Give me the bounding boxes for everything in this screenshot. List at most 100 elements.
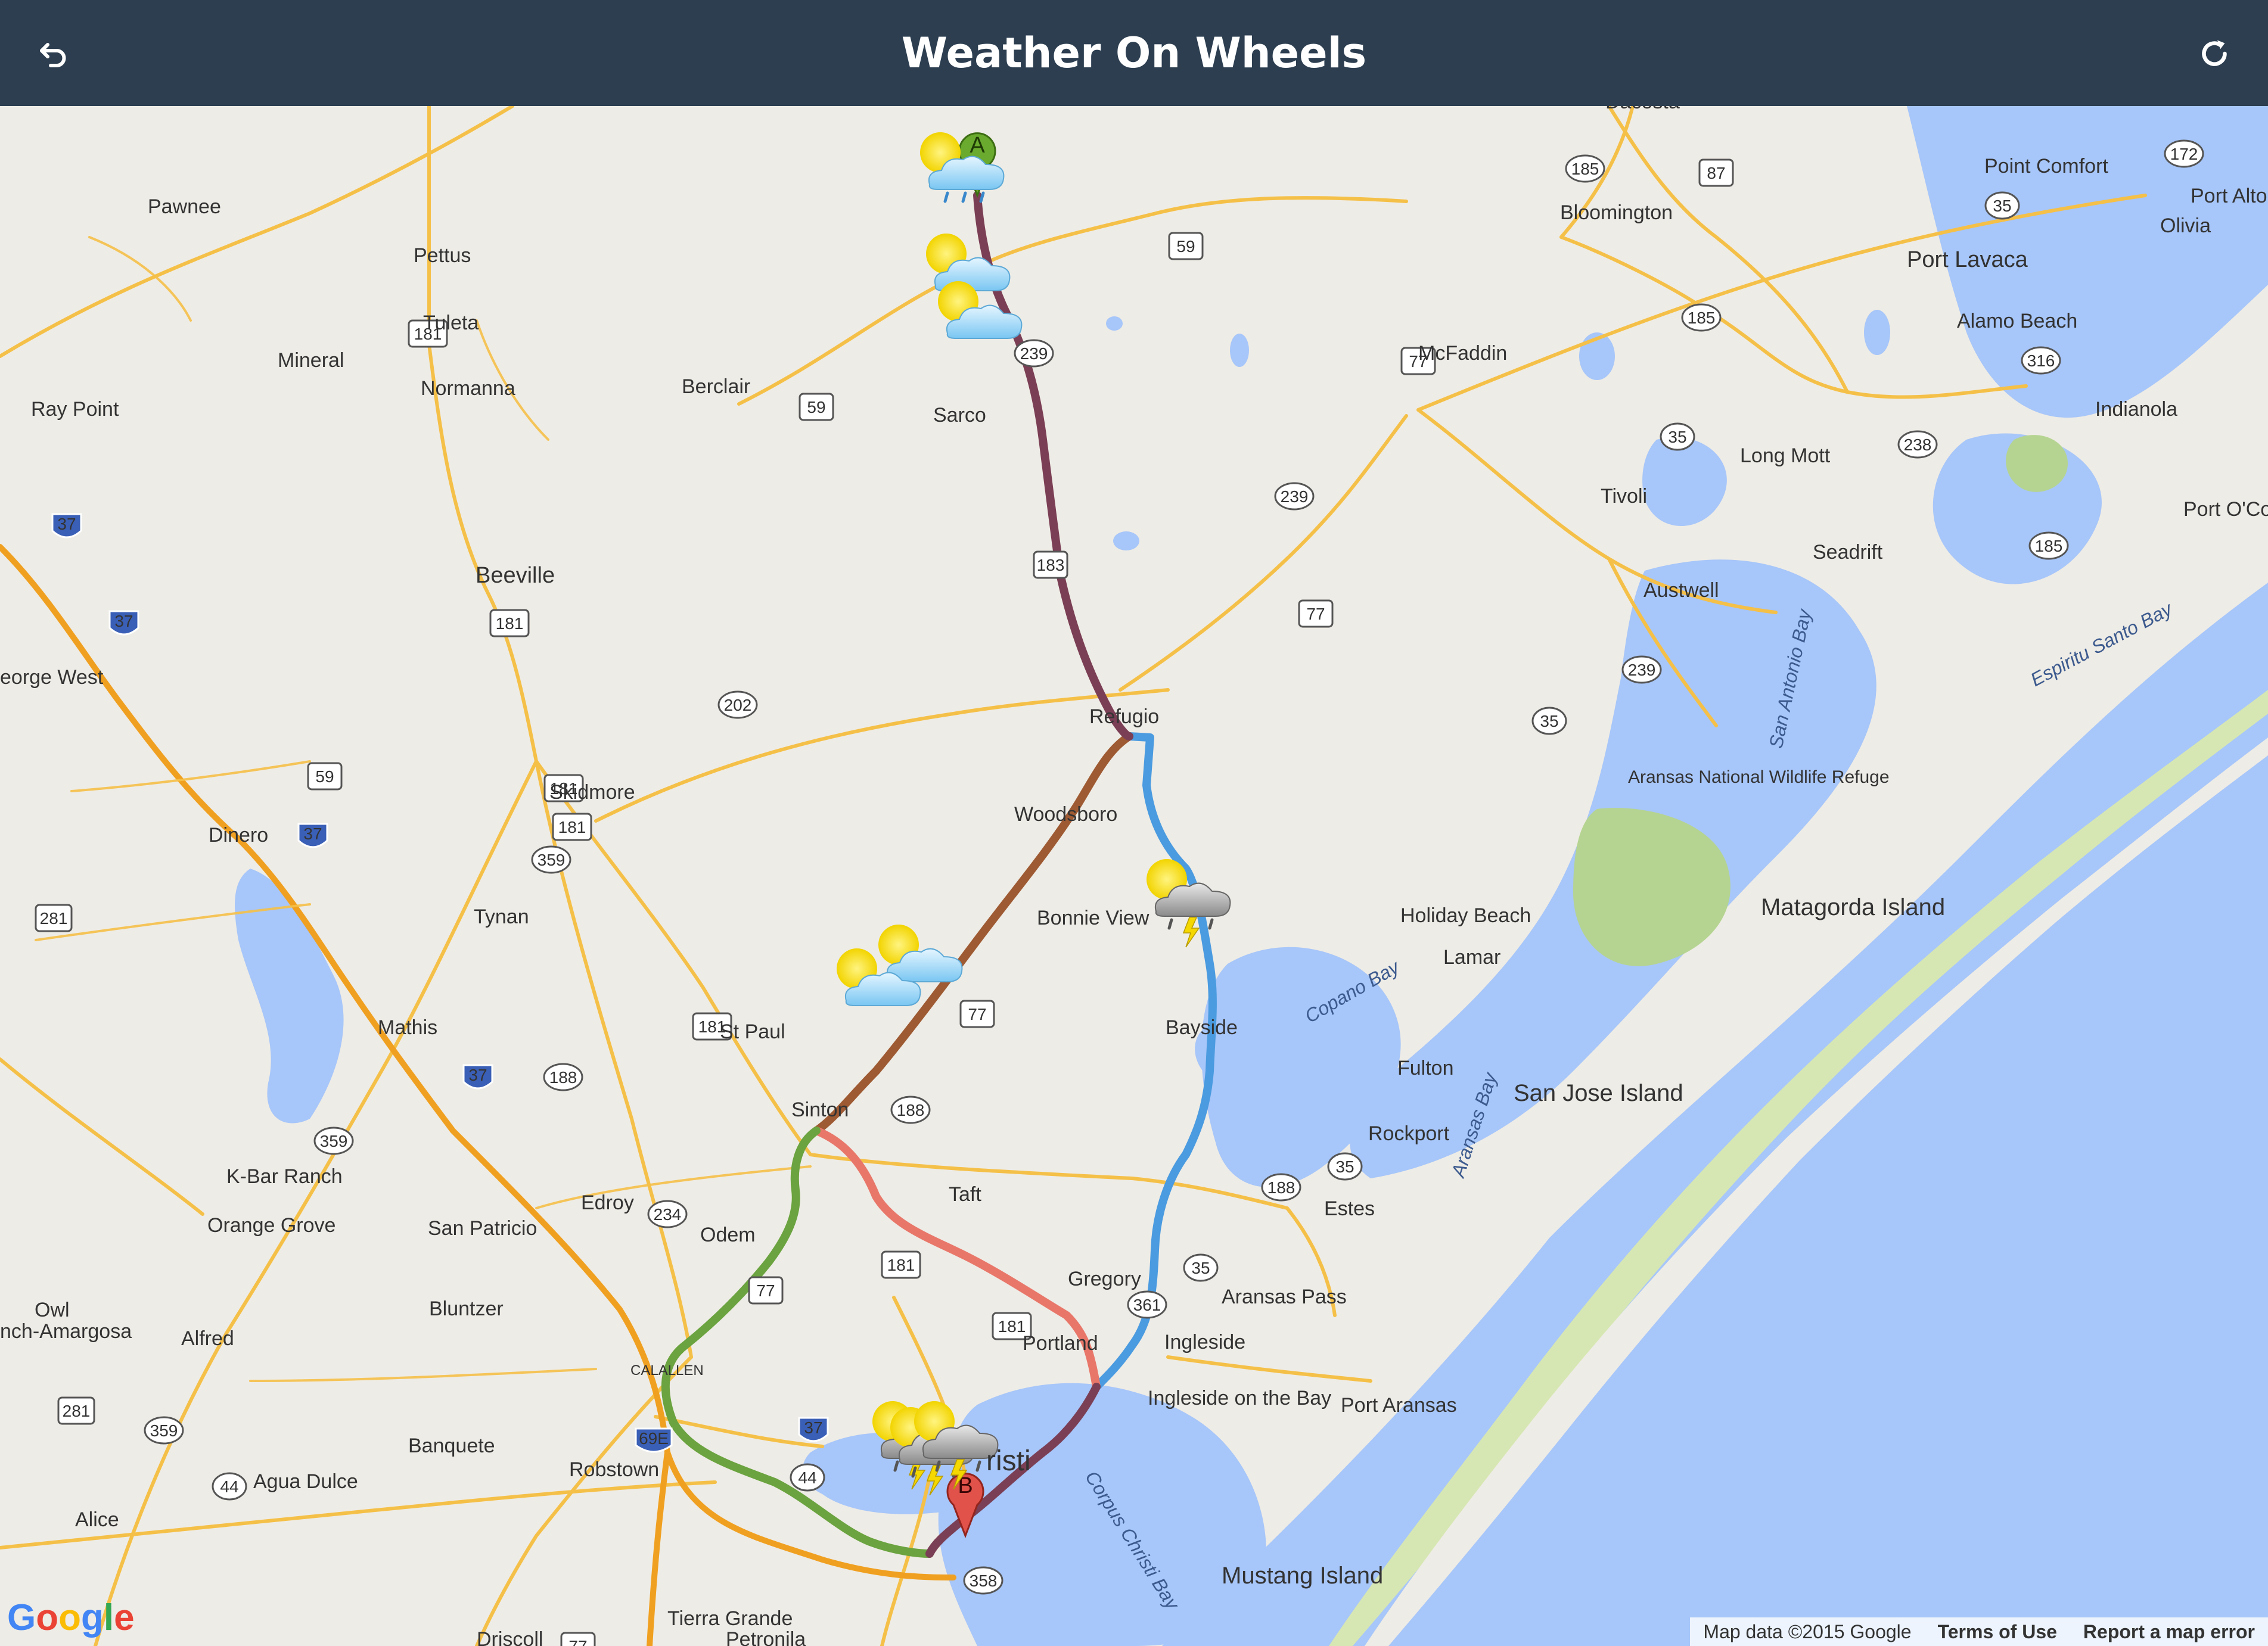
svg-text:St Paul: St Paul	[720, 1020, 785, 1043]
refresh-icon	[2202, 40, 2227, 66]
svg-text:Sarco: Sarco	[933, 404, 986, 427]
svg-text:185: 185	[2035, 537, 2063, 555]
svg-text:Holiday Beach: Holiday Beach	[1400, 904, 1531, 927]
svg-text:77: 77	[968, 1005, 986, 1023]
svg-text:35: 35	[1540, 712, 1558, 730]
svg-text:Edroy: Edroy	[581, 1191, 634, 1214]
svg-text:Port Aransas: Port Aransas	[1341, 1394, 1457, 1417]
svg-text:239: 239	[1628, 661, 1656, 679]
svg-text:181: 181	[998, 1317, 1026, 1336]
svg-text:Olivia: Olivia	[2160, 214, 2211, 237]
refresh-button[interactable]	[2191, 30, 2238, 77]
svg-text:Aransas Pass: Aransas Pass	[1222, 1286, 1347, 1308]
svg-text:181: 181	[558, 818, 586, 836]
svg-text:Mustang Island: Mustang Island	[1222, 1563, 1383, 1589]
svg-text:Matagorda Island: Matagorda Island	[1761, 894, 1945, 920]
svg-text:Tuleta: Tuleta	[423, 312, 479, 334]
svg-text:Odem: Odem	[700, 1224, 756, 1246]
svg-text:239: 239	[1020, 344, 1048, 363]
svg-text:Refugio: Refugio	[1089, 705, 1159, 728]
svg-text:59: 59	[315, 767, 334, 786]
svg-text:Ingleside on the Bay: Ingleside on the Bay	[1148, 1387, 1331, 1409]
svg-text:Lamar: Lamar	[1443, 946, 1500, 969]
svg-text:Pawnee: Pawnee	[148, 195, 221, 218]
svg-text:181: 181	[887, 1256, 915, 1274]
svg-text:281: 281	[63, 1402, 91, 1420]
svg-text:202: 202	[724, 696, 752, 714]
svg-text:San Patricio: San Patricio	[428, 1217, 537, 1240]
svg-text:Alamo Beach: Alamo Beach	[1957, 310, 2077, 332]
svg-text:Bloomington: Bloomington	[1560, 201, 1673, 224]
svg-text:183: 183	[1037, 556, 1065, 574]
svg-text:Port O'Co: Port O'Co	[2183, 498, 2268, 521]
svg-text:San Jose Island: San Jose Island	[1514, 1080, 1683, 1106]
svg-text:Bayside: Bayside	[1166, 1016, 1238, 1039]
svg-text:McFaddin: McFaddin	[1418, 342, 1507, 365]
svg-text:Portland: Portland	[1023, 1332, 1098, 1355]
svg-text:Tivoli: Tivoli	[1601, 485, 1647, 508]
svg-text:Woodsboro: Woodsboro	[1014, 803, 1117, 826]
svg-text:Beeville: Beeville	[476, 563, 555, 588]
svg-text:Ray Point: Ray Point	[31, 398, 119, 421]
svg-text:Bonnie View: Bonnie View	[1037, 907, 1149, 929]
svg-text:59: 59	[1176, 237, 1195, 256]
svg-text:Berclair: Berclair	[682, 375, 750, 398]
svg-text:188: 188	[549, 1068, 577, 1087]
svg-text:Owl: Owl	[35, 1299, 70, 1321]
app-title: Weather On Wheels	[901, 29, 1367, 77]
svg-text:Long Mott: Long Mott	[1740, 444, 1831, 467]
svg-text:nch-Amargosa: nch-Amargosa	[0, 1320, 132, 1343]
map-canvas[interactable]: A B 59 59 59 181 181 181 181 181 181 181…	[0, 106, 2268, 1646]
svg-text:Agua Dulce: Agua Dulce	[253, 1470, 358, 1493]
svg-text:Alice: Alice	[75, 1508, 119, 1531]
svg-text:359: 359	[320, 1132, 348, 1150]
svg-text:59: 59	[807, 398, 825, 416]
svg-text:234: 234	[654, 1205, 682, 1224]
svg-text:Port Lavaca: Port Lavaca	[1907, 247, 2028, 272]
svg-text:37: 37	[804, 1418, 822, 1437]
map-footer: Map data ©2015 Google Terms of Use Repor…	[1690, 1617, 2268, 1646]
svg-text:Bluntzer: Bluntzer	[429, 1297, 504, 1320]
svg-text:Ingleside: Ingleside	[1164, 1331, 1245, 1353]
svg-text:Normanna: Normanna	[421, 377, 515, 400]
svg-text:K-Bar Ranch: K-Bar Ranch	[226, 1165, 343, 1188]
report-link[interactable]: Report a map error	[2070, 1621, 2268, 1643]
svg-text:Alfred: Alfred	[181, 1327, 234, 1350]
svg-text:358: 358	[970, 1572, 998, 1590]
app-header: Weather On Wheels	[0, 0, 2268, 106]
svg-text:eorge West: eorge West	[0, 666, 104, 689]
svg-text:361: 361	[1133, 1296, 1161, 1314]
svg-text:281: 281	[40, 909, 68, 928]
svg-text:risti: risti	[986, 1445, 1031, 1477]
svg-text:35: 35	[1191, 1259, 1210, 1277]
svg-text:Dacosta: Dacosta	[1605, 106, 1680, 113]
terms-link[interactable]: Terms of Use	[1925, 1621, 2070, 1643]
svg-text:35: 35	[1668, 428, 1686, 446]
svg-text:37: 37	[57, 515, 76, 533]
svg-text:Tierra Grande: Tierra Grande	[667, 1607, 793, 1630]
svg-text:44: 44	[220, 1477, 238, 1496]
svg-text:Orange Grove: Orange Grove	[207, 1214, 335, 1237]
google-logo: Google	[7, 1597, 135, 1638]
svg-text:Austwell: Austwell	[1643, 579, 1719, 602]
svg-text:239: 239	[1281, 487, 1309, 506]
svg-text:77: 77	[1306, 605, 1325, 623]
svg-text:Mathis: Mathis	[378, 1016, 437, 1039]
svg-text:Seadrift: Seadrift	[1813, 541, 1883, 564]
svg-text:Port Alto: Port Alto	[2191, 185, 2267, 207]
svg-text:35: 35	[1335, 1158, 1354, 1176]
svg-text:Dinero: Dinero	[209, 824, 268, 847]
svg-text:Indianola: Indianola	[2095, 398, 2177, 421]
svg-text:172: 172	[2170, 145, 2198, 163]
svg-text:Rockport: Rockport	[1368, 1122, 1450, 1145]
svg-text:185: 185	[1571, 160, 1599, 178]
svg-text:188: 188	[897, 1101, 925, 1119]
svg-text:Aransas National Wildlife Refu: Aransas National Wildlife Refuge	[1628, 767, 1890, 787]
svg-text:37: 37	[468, 1066, 487, 1084]
map-data-text: Map data ©2015 Google	[1703, 1620, 1912, 1642]
route-map[interactable]: A B 59 59 59 181 181 181 181 181 181 181…	[0, 106, 2268, 1646]
svg-text:37: 37	[303, 824, 322, 843]
svg-text:77: 77	[568, 1637, 587, 1646]
svg-text:359: 359	[538, 851, 566, 869]
svg-text:87: 87	[1707, 164, 1725, 182]
